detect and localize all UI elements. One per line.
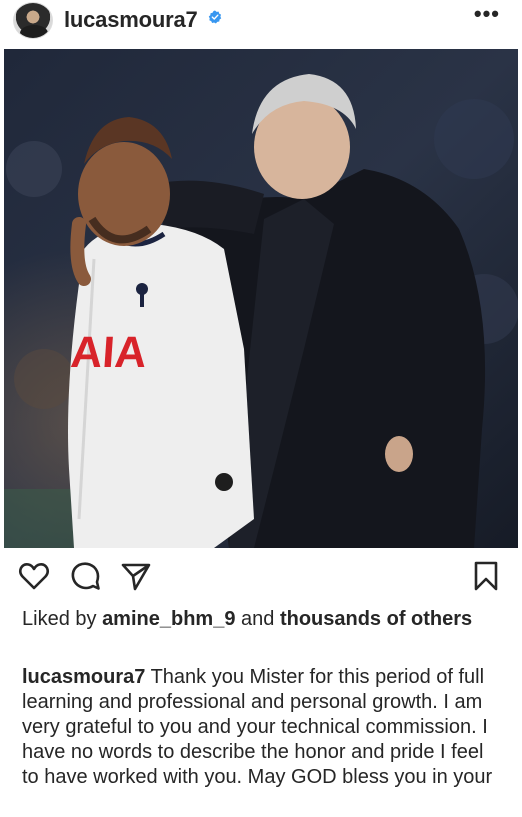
post-caption: lucasmoura7 Thank you Mister for this pe…: [22, 665, 502, 790]
action-bar: [0, 560, 522, 596]
avatar[interactable]: [13, 2, 53, 39]
heart-icon[interactable]: [18, 560, 50, 592]
post-header: lucasmoura7 •••: [0, 0, 522, 48]
likes-middle: and: [235, 608, 280, 630]
likes-summary: Liked by amine_bhm_9 and thousands of ot…: [22, 607, 492, 632]
liked-by-user-link[interactable]: amine_bhm_9: [102, 608, 235, 630]
post-username[interactable]: lucasmoura7: [64, 7, 198, 33]
caption-username[interactable]: lucasmoura7: [22, 666, 145, 688]
comment-icon[interactable]: [70, 560, 102, 592]
share-icon[interactable]: [120, 560, 152, 592]
likes-prefix: Liked by: [22, 608, 103, 630]
bookmark-icon[interactable]: [470, 560, 502, 592]
post-photo-illustration: AIA: [4, 49, 518, 548]
post-image[interactable]: AIA: [4, 49, 518, 548]
likes-others-link[interactable]: thousands of others: [280, 608, 472, 630]
jersey-sponsor-text: AIA: [69, 328, 148, 377]
verified-badge-icon: [208, 10, 222, 24]
more-options-button[interactable]: •••: [474, 3, 500, 25]
